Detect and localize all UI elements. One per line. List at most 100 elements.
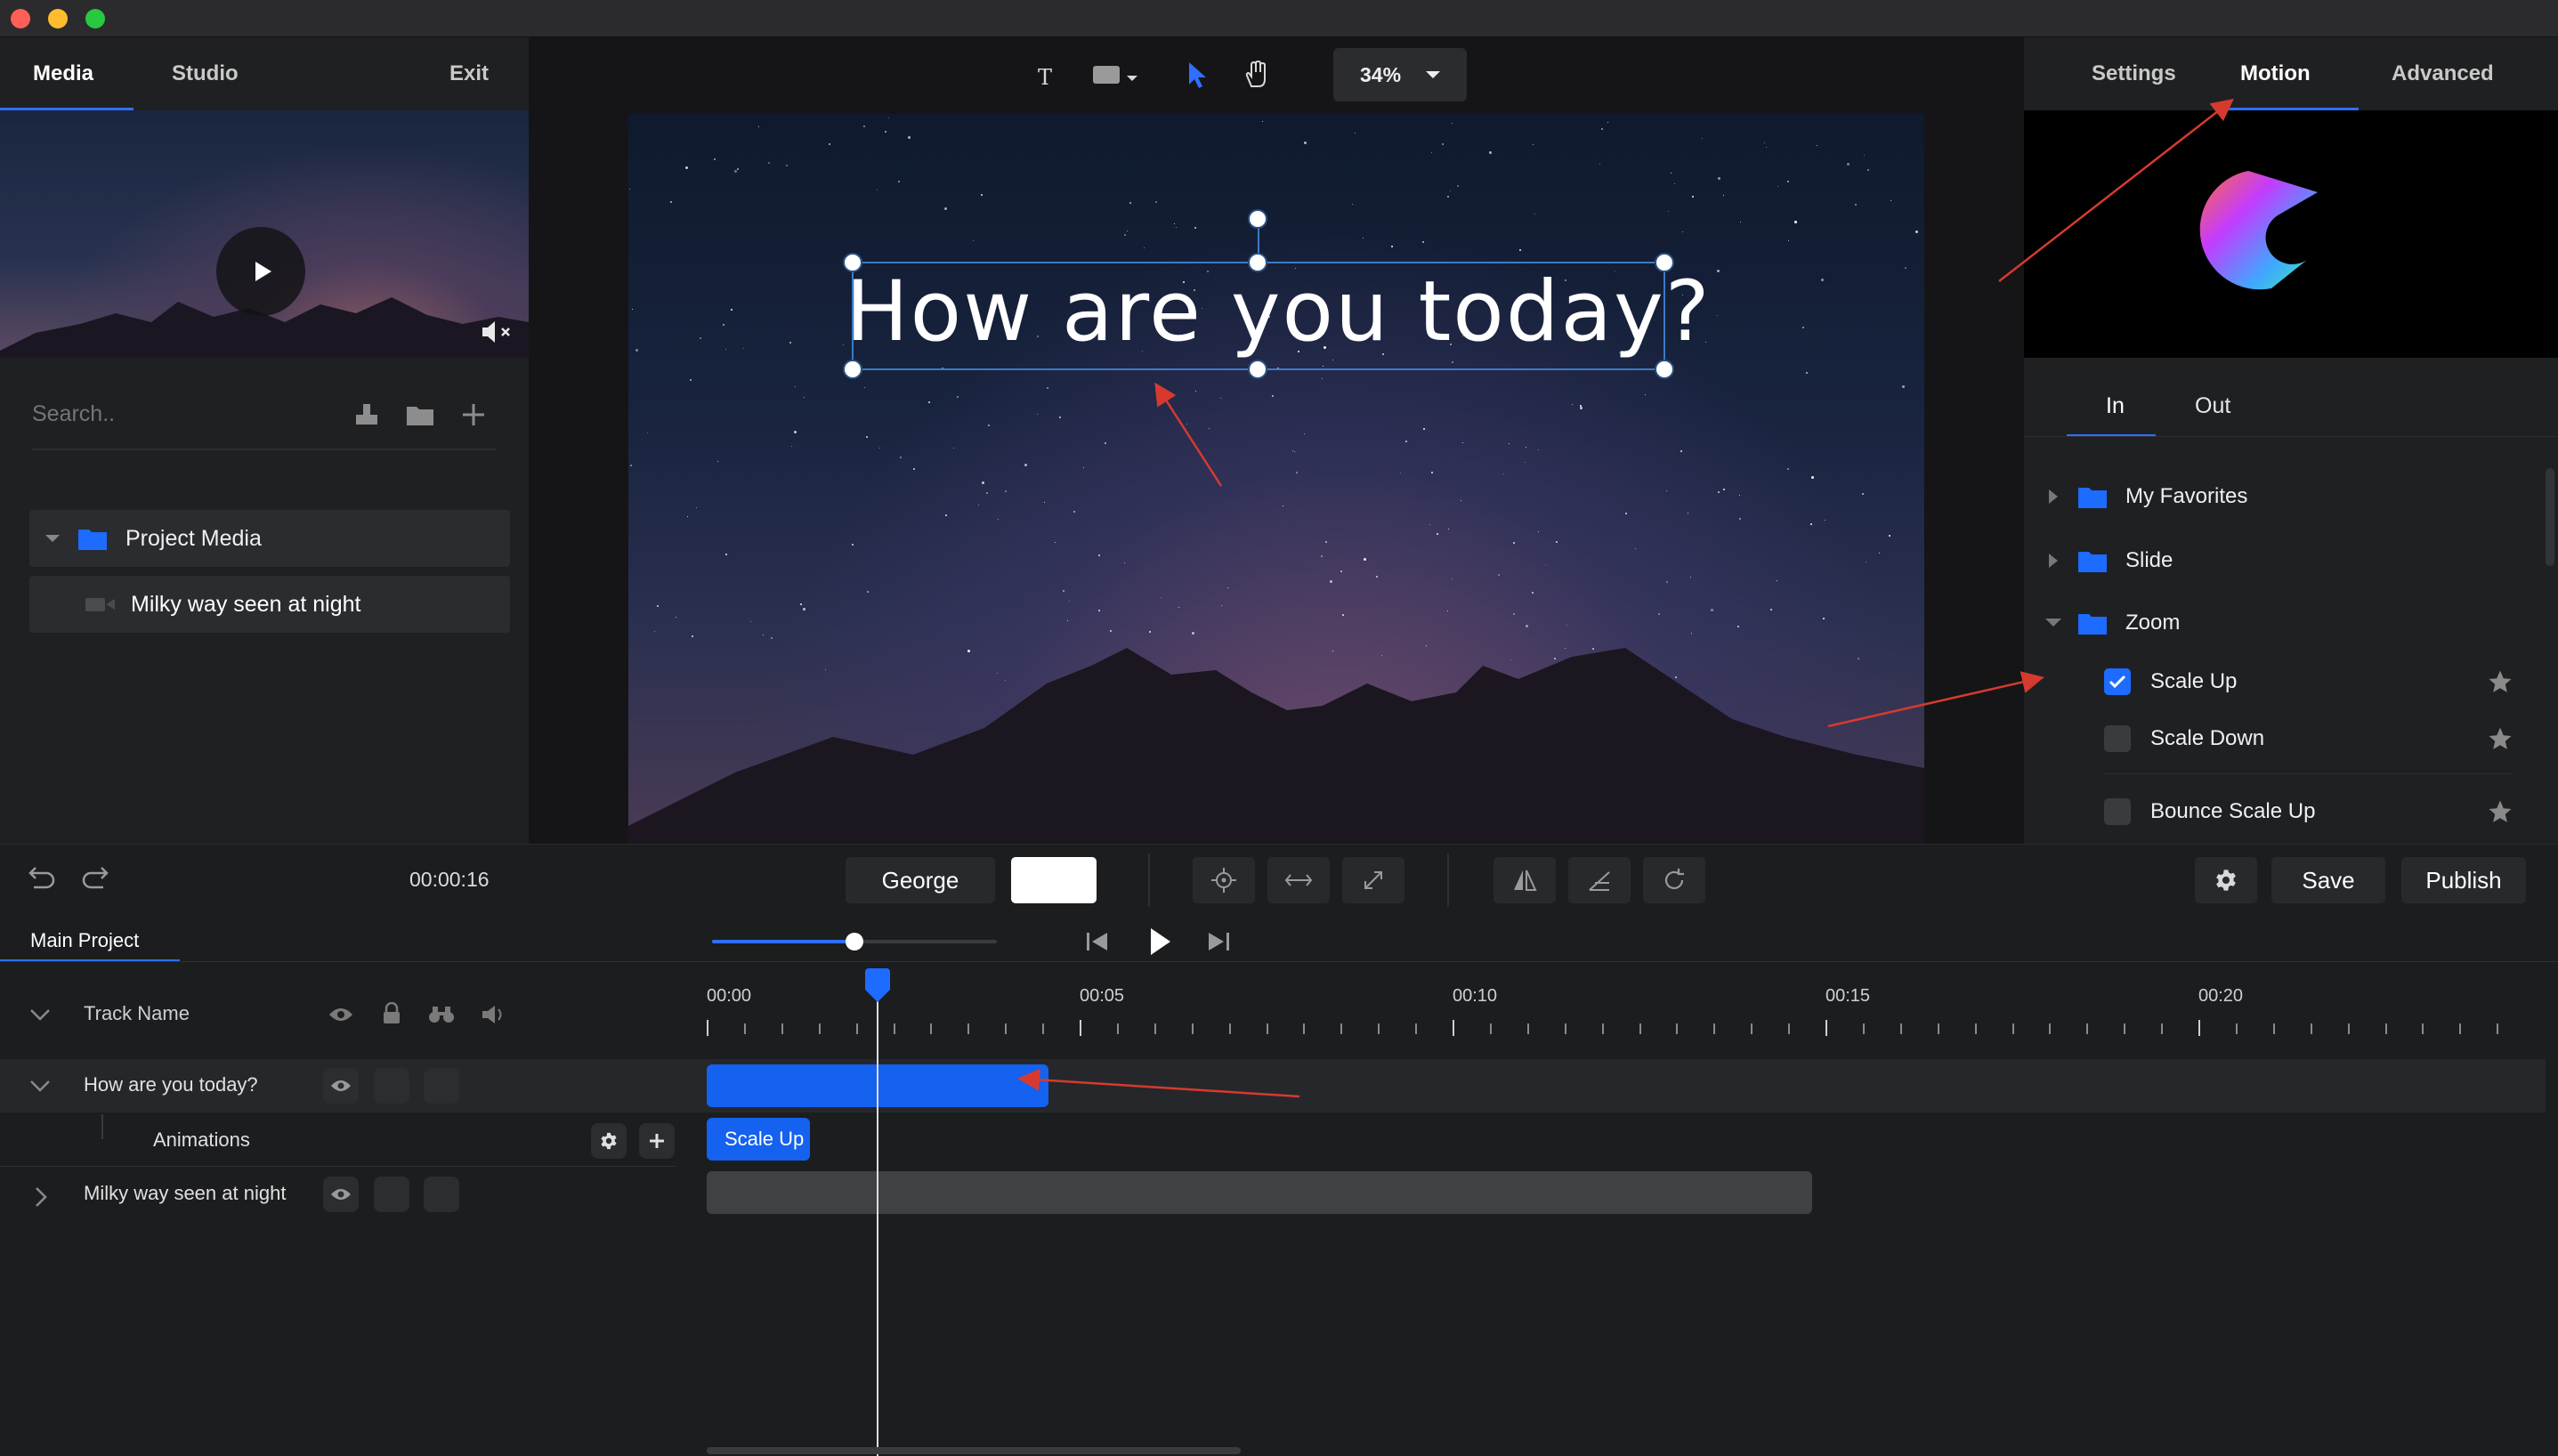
favorite-star-icon[interactable] (2487, 668, 2513, 695)
expand-button[interactable] (1342, 857, 1404, 903)
minimize-window-button[interactable] (48, 9, 68, 28)
ruler-tick (1005, 1023, 1008, 1034)
select-pointer-icon[interactable] (1184, 60, 1210, 90)
skip-back-icon[interactable] (1084, 929, 1111, 954)
control-bar: 00:00:16 George Save Publish (0, 844, 2558, 917)
tab-media[interactable]: Media (33, 37, 93, 110)
chevron-down-icon[interactable] (28, 1007, 52, 1022)
track-row-headline[interactable]: How are you today? (0, 1059, 2546, 1112)
ruler-tick (1825, 1020, 1827, 1036)
volume-slider-track[interactable] (712, 933, 997, 950)
visibility-toggle[interactable] (323, 1177, 359, 1212)
chevron-right-icon[interactable] (2047, 552, 2060, 570)
group-slide[interactable]: Slide (2047, 534, 2528, 587)
scale-up-checkbox[interactable] (2104, 668, 2131, 695)
headline-text-element[interactable]: How are you today? (846, 263, 1712, 360)
visibility-toggle[interactable] (323, 1068, 359, 1104)
resize-handle-top-right[interactable] (1655, 253, 1674, 272)
resize-handle-bottom-right[interactable] (1655, 360, 1674, 379)
eye-icon[interactable] (328, 1006, 354, 1023)
mute-icon[interactable] (481, 319, 516, 345)
zoom-window-button[interactable] (85, 9, 105, 28)
align-button[interactable] (1568, 857, 1631, 903)
solo-toggle[interactable] (424, 1068, 459, 1104)
tab-studio[interactable]: Studio (172, 37, 239, 110)
scale-down-checkbox[interactable] (2104, 725, 2131, 752)
tab-advanced[interactable]: Advanced (2392, 37, 2494, 110)
chevron-right-icon[interactable] (34, 1185, 48, 1209)
add-icon[interactable] (457, 399, 490, 431)
save-button[interactable]: Save (2271, 857, 2385, 903)
shape-tool-icon[interactable] (1089, 61, 1152, 88)
undo-icon[interactable] (27, 864, 57, 894)
subtab-out[interactable]: Out (2195, 393, 2230, 419)
playhead-marker[interactable] (863, 968, 892, 1004)
exit-button[interactable]: Exit (449, 37, 489, 110)
solo-toggle[interactable] (424, 1177, 459, 1212)
subtab-in[interactable]: In (2106, 393, 2125, 419)
import-icon[interactable] (351, 399, 383, 431)
resize-handle-bottom-left[interactable] (843, 360, 862, 379)
chevron-right-icon[interactable] (2047, 488, 2060, 506)
media-item-milky-way[interactable]: Milky way seen at night (29, 576, 510, 633)
flip-horizontal-button[interactable] (1494, 857, 1556, 903)
animation-scale-up[interactable]: Scale Up (2104, 655, 2513, 708)
resize-handle-top-left[interactable] (843, 253, 862, 272)
hand-tool-icon[interactable] (1243, 60, 1271, 90)
text-tool-icon[interactable]: T (1032, 61, 1059, 88)
speaker-icon[interactable] (481, 1004, 507, 1025)
time-ruler[interactable]: 00:0000:0500:1000:1500:2000:25 (707, 986, 2522, 1041)
resize-handle-top[interactable] (1248, 253, 1267, 272)
close-window-button[interactable] (11, 9, 30, 28)
center-target-button[interactable] (1193, 857, 1255, 903)
animation-settings-button[interactable] (591, 1123, 627, 1159)
skip-forward-icon[interactable] (1205, 929, 1232, 954)
video-stage[interactable] (628, 114, 1924, 844)
tab-motion[interactable]: Motion (2240, 37, 2311, 110)
tab-settings[interactable]: Settings (2092, 37, 2176, 110)
chevron-down-icon[interactable] (28, 1079, 52, 1093)
preview-play-button[interactable] (216, 227, 305, 316)
font-selector[interactable]: George (846, 857, 995, 903)
timeline-panel: Main Project Track Name 00:00 00:05 00:10 0… (0, 917, 2558, 1456)
timeline-divider (0, 961, 2558, 962)
zoom-dropdown[interactable]: 34% (1333, 48, 1467, 101)
group-zoom[interactable]: Zoom (2044, 596, 2528, 650)
add-animation-button[interactable] (639, 1123, 675, 1159)
volume-slider-knob[interactable] (846, 933, 863, 950)
ruler-tick (1601, 1023, 1604, 1034)
text-color-swatch[interactable] (1011, 857, 1097, 903)
resize-handle-bottom[interactable] (1248, 360, 1267, 379)
motion-preview (2024, 110, 2558, 358)
rotate-handle[interactable] (1248, 209, 1267, 229)
lock-toggle[interactable] (374, 1177, 409, 1212)
publish-button[interactable]: Publish (2401, 857, 2526, 903)
animation-scale-down[interactable]: Scale Down (2104, 712, 2513, 765)
lock-icon[interactable] (381, 1002, 402, 1025)
fit-width-button[interactable] (1267, 857, 1330, 903)
animation-bounce-scale-up[interactable]: Bounce Scale Up (2104, 785, 2513, 838)
settings-button[interactable] (2195, 857, 2257, 903)
chevron-down-icon[interactable] (2044, 617, 2063, 629)
binoculars-icon[interactable] (427, 1004, 456, 1025)
favorite-star-icon[interactable] (2487, 725, 2513, 752)
panel-scrollbar[interactable] (2546, 468, 2554, 566)
rotate-button[interactable] (1643, 857, 1705, 903)
lock-toggle[interactable] (374, 1068, 409, 1104)
tab-main-project[interactable]: Main Project (30, 929, 139, 952)
track-row-animations[interactable]: Animations (0, 1114, 2546, 1166)
media-search-input[interactable] (32, 392, 299, 436)
ruler-tick (1340, 1023, 1343, 1034)
media-preview[interactable] (0, 110, 529, 358)
chevron-down-icon[interactable] (44, 532, 61, 545)
bounce-scale-up-checkbox[interactable] (2104, 798, 2131, 825)
milky-way-clip[interactable] (707, 1171, 1812, 1214)
timeline-scrollbar[interactable] (707, 1447, 1241, 1454)
redo-icon[interactable] (80, 864, 110, 894)
folder-icon[interactable] (404, 399, 436, 431)
scale-up-animation-clip[interactable]: Scale Up (707, 1118, 810, 1161)
project-media-folder[interactable]: Project Media (29, 510, 510, 567)
play-icon[interactable] (1146, 926, 1173, 958)
group-my-favorites[interactable]: My Favorites (2047, 470, 2528, 523)
favorite-star-icon[interactable] (2487, 798, 2513, 825)
